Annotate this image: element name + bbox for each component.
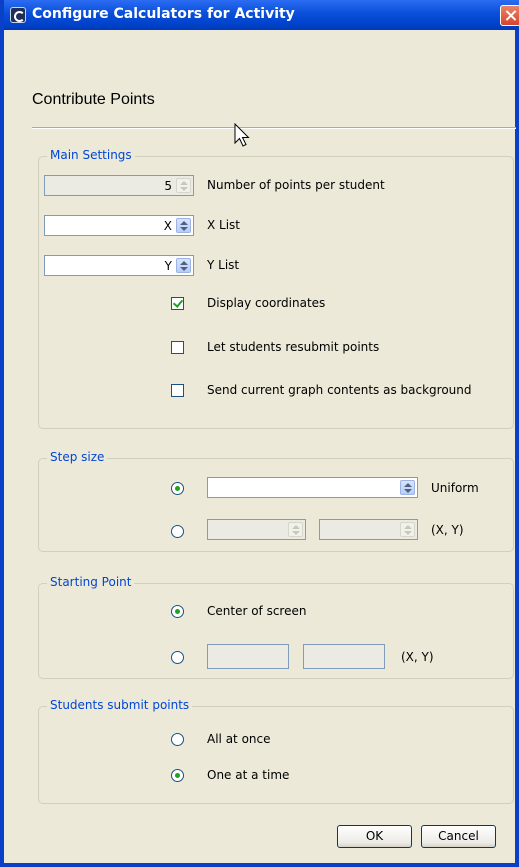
y-step-spinner[interactable] xyxy=(319,519,418,540)
main-settings-legend: Main Settings xyxy=(47,148,135,162)
spinner-arrows-icon[interactable] xyxy=(176,258,191,273)
one-at-a-time-label: One at a time xyxy=(207,768,290,782)
step-xy-radio[interactable] xyxy=(171,525,184,538)
spinner-arrows-icon[interactable] xyxy=(176,218,191,233)
submit-points-group: Students submit points xyxy=(38,698,514,804)
window-title: Configure Calculators for Activity xyxy=(32,6,295,22)
start-y-field[interactable] xyxy=(303,644,385,669)
ok-button[interactable]: OK xyxy=(337,825,412,848)
starting-point-legend: Starting Point xyxy=(47,575,135,589)
points-per-student-spinner[interactable]: 5 xyxy=(44,175,194,196)
start-xy-radio[interactable] xyxy=(171,651,184,664)
step-uniform-radio[interactable] xyxy=(171,482,184,495)
title-bar[interactable]: Configure Calculators for Activity xyxy=(4,0,519,30)
dialog-window: Configure Calculators for Activity Contr… xyxy=(0,0,519,867)
start-x-field[interactable] xyxy=(207,644,289,669)
uniform-label: Uniform xyxy=(431,481,479,495)
spinner-arrows-icon[interactable] xyxy=(400,480,415,495)
send-graph-background-checkbox[interactable] xyxy=(171,384,184,397)
x-list-select[interactable]: X xyxy=(44,215,194,236)
cancel-button[interactable]: Cancel xyxy=(421,825,496,848)
one-at-a-time-radio[interactable] xyxy=(171,769,184,782)
center-of-screen-label: Center of screen xyxy=(207,604,307,618)
start-xy-label: (X, Y) xyxy=(401,650,434,664)
y-list-select[interactable]: Y xyxy=(44,255,194,276)
resubmit-points-checkbox[interactable] xyxy=(171,341,184,354)
display-coordinates-checkbox[interactable] xyxy=(171,297,184,310)
all-at-once-radio[interactable] xyxy=(171,733,184,746)
x-step-spinner[interactable] xyxy=(207,519,306,540)
submit-points-legend: Students submit points xyxy=(47,698,193,712)
resubmit-points-label: Let students resubmit points xyxy=(207,340,380,354)
spinner-arrows-icon[interactable] xyxy=(288,522,303,537)
points-per-student-label: Number of points per student xyxy=(207,178,385,192)
display-coordinates-label: Display coordinates xyxy=(207,296,326,310)
spinner-arrows-icon[interactable] xyxy=(176,178,191,193)
x-list-label: X List xyxy=(207,218,241,232)
step-size-legend: Step size xyxy=(47,450,108,464)
spinner-arrows-icon[interactable] xyxy=(400,522,415,537)
heading-divider xyxy=(32,127,516,129)
close-icon[interactable] xyxy=(500,5,519,26)
send-graph-background-label: Send current graph contents as backgroun… xyxy=(207,383,472,397)
uniform-step-spinner[interactable] xyxy=(207,477,418,498)
points-value: 5 xyxy=(164,179,172,193)
y-list-value: Y xyxy=(164,259,172,273)
all-at-once-label: All at once xyxy=(207,732,271,746)
page-title: Contribute Points xyxy=(32,91,155,108)
mouse-cursor-icon xyxy=(234,123,250,147)
app-icon xyxy=(10,7,26,23)
step-xy-label: (X, Y) xyxy=(431,523,464,537)
y-list-label: Y List xyxy=(207,258,240,272)
center-of-screen-radio[interactable] xyxy=(171,605,184,618)
x-list-value: X xyxy=(163,219,172,233)
